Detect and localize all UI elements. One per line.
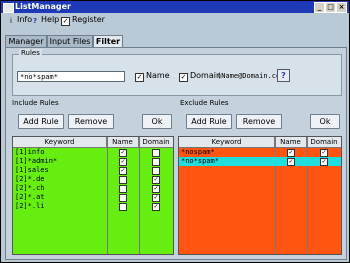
include-col-keyword[interactable]: Keyword	[13, 137, 107, 147]
rules-group: Rules *no*spam* ✓ Name ✓ Domain (Name@Do…	[12, 49, 342, 96]
include-name-checkbox[interactable]	[119, 203, 127, 211]
include-add-rule-button[interactable]: Add Rule	[18, 114, 64, 129]
include-col-name[interactable]: Name	[107, 137, 139, 147]
minimize-button[interactable]: _	[314, 2, 325, 13]
exclude-col-keyword[interactable]: Keyword	[179, 137, 275, 147]
exclude-remove-button[interactable]: Remove	[236, 114, 282, 129]
include-domain-checkbox[interactable]: ✓	[152, 176, 160, 184]
exclude-name-checkbox[interactable]: ✓	[287, 149, 295, 157]
include-name-checkbox[interactable]: ✓	[119, 158, 127, 166]
filter-panel: Rules *no*spam* ✓ Name ✓ Domain (Name@Do…	[5, 47, 347, 260]
include-keyword-cell[interactable]: [1]sales	[15, 166, 106, 175]
include-domain-checkbox[interactable]	[152, 167, 160, 175]
menu-register[interactable]: ✓ Register	[61, 14, 105, 26]
menu-info-label: Info	[17, 15, 33, 24]
exclude-add-rule-button[interactable]: Add Rule	[186, 114, 232, 129]
include-domain-checkbox[interactable]: ✓	[152, 194, 160, 202]
include-keyword-cell[interactable]: [1]info	[15, 148, 106, 157]
include-table-row[interactable]: [2]*.ch ✓	[13, 184, 173, 193]
include-name-checkbox[interactable]: ✓	[119, 149, 127, 157]
exclude-col-name[interactable]: Name	[275, 137, 307, 147]
list-manager-window: ListManager _ □ × i Info ? Help ✓ Register …	[0, 0, 350, 263]
rule-input[interactable]: *no*spam*	[17, 71, 125, 82]
exclude-ok-button[interactable]: Ok	[310, 114, 340, 129]
exclude-keyword-cell[interactable]: *no*spam*	[181, 157, 274, 166]
exclude-rules-table[interactable]: Keyword Name Domain *nospam* ✓ ✓ *no*spam* ✓…	[178, 136, 342, 255]
title-bar[interactable]: ListManager _ □ ×	[1, 1, 349, 13]
question-icon: ?	[32, 17, 38, 25]
include-domain-checkbox[interactable]: ✓	[152, 203, 160, 211]
include-table-header: Keyword Name Domain	[13, 137, 173, 148]
include-keyword-cell[interactable]: [1]*admin*	[15, 157, 106, 166]
exclude-col-domain[interactable]: Domain	[307, 137, 341, 147]
include-domain-checkbox[interactable]	[152, 158, 160, 166]
include-table-row[interactable]: [1]*admin* ✓	[13, 157, 173, 166]
include-table-row[interactable]: [1]sales ✓	[13, 166, 173, 175]
include-ok-button[interactable]: Ok	[142, 114, 172, 129]
include-table-row[interactable]: [1]info ✓	[13, 148, 173, 157]
window-title: ListManager	[15, 2, 71, 11]
include-keyword-cell[interactable]: [2]*.at	[15, 193, 106, 202]
include-keyword-cell[interactable]: [2]*.ch	[15, 184, 106, 193]
domain-checkbox[interactable]: ✓	[179, 73, 188, 82]
exclude-table-row[interactable]: *no*spam* ✓ ✓	[179, 157, 341, 166]
include-name-checkbox[interactable]: ✓	[119, 167, 127, 175]
include-table-row[interactable]: [2]*.li ✓	[13, 202, 173, 211]
include-keyword-cell[interactable]: [2]*.li	[15, 202, 106, 211]
register-checkbox-icon: ✓	[61, 17, 70, 26]
help-icon[interactable]: ?	[277, 69, 290, 82]
include-name-checkbox[interactable]	[119, 176, 127, 184]
menu-help[interactable]: ? Help	[31, 14, 59, 25]
menu-info[interactable]: i Info	[7, 14, 32, 25]
include-col-domain[interactable]: Domain	[139, 137, 173, 147]
include-domain-checkbox[interactable]	[152, 149, 160, 157]
maximize-button[interactable]: □	[325, 2, 336, 13]
include-table-row[interactable]: [2]*.de ✓	[13, 175, 173, 184]
info-icon: i	[10, 17, 12, 25]
include-rules-table[interactable]: Keyword Name Domain [1]info ✓ [1]*admin* ✓[…	[12, 136, 174, 255]
include-rules-label: Include Rules	[12, 99, 59, 107]
exclude-table-header: Keyword Name Domain	[179, 137, 341, 148]
exclude-table-row[interactable]: *nospam* ✓ ✓	[179, 148, 341, 157]
menu-help-label: Help	[41, 15, 60, 24]
tab-input-files[interactable]: Input Files	[47, 35, 93, 47]
menu-bar: i Info ? Help ✓ Register	[1, 13, 349, 26]
include-keyword-cell[interactable]: [2]*.de	[15, 175, 106, 184]
include-domain-checkbox[interactable]: ✓	[152, 185, 160, 193]
exclude-keyword-cell[interactable]: *nospam*	[181, 148, 274, 157]
menu-register-label: Register	[72, 15, 105, 24]
rules-legend: Rules	[19, 49, 42, 57]
exclude-name-checkbox[interactable]: ✓	[287, 158, 295, 166]
name-label: Name	[146, 71, 170, 80]
exclude-rules-label: Exclude Rules	[180, 99, 229, 107]
close-button[interactable]: ×	[336, 2, 347, 13]
tab-manager[interactable]: Manager	[5, 35, 47, 47]
app-icon	[3, 3, 14, 13]
name-checkbox[interactable]: ✓	[135, 73, 144, 82]
exclude-domain-checkbox[interactable]: ✓	[320, 149, 328, 157]
include-table-row[interactable]: [2]*.at ✓	[13, 193, 173, 202]
include-name-checkbox[interactable]	[119, 194, 127, 202]
exclude-domain-checkbox[interactable]: ✓	[320, 158, 328, 166]
include-remove-button[interactable]: Remove	[68, 114, 114, 129]
include-name-checkbox[interactable]	[119, 185, 127, 193]
